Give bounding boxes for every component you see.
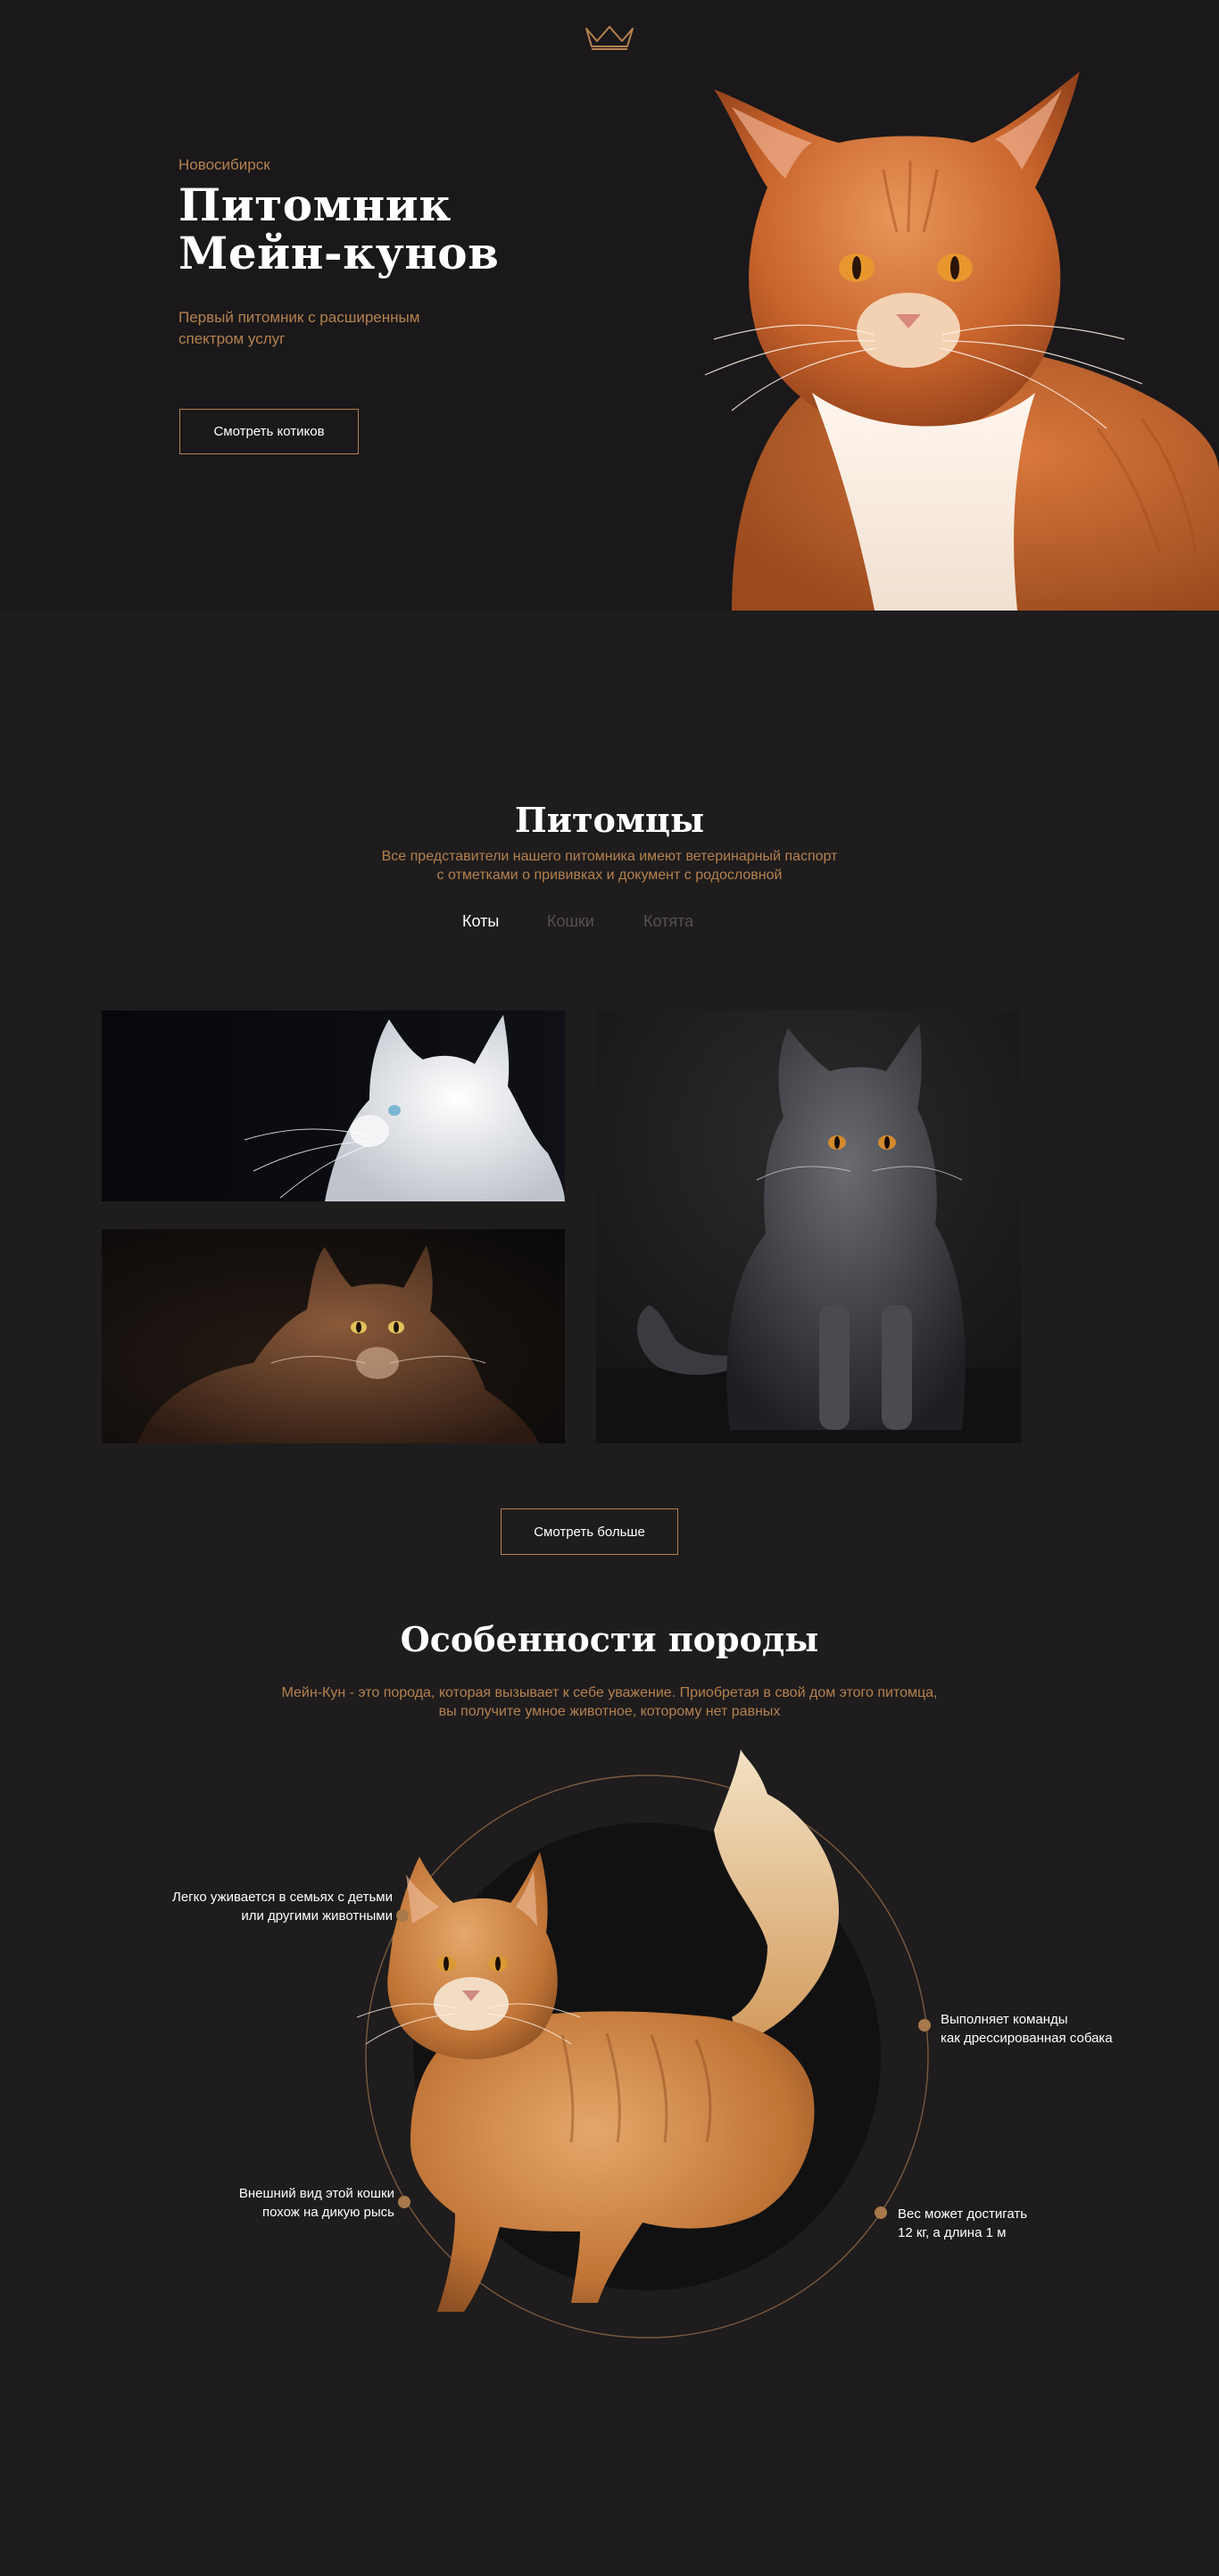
features-subtitle-line1: Мейн-Кун - это порода, которая вызывает … <box>281 1685 938 1700</box>
feature-lynx-line2: похож на дикую рысь <box>261 2205 394 2220</box>
feature-dot-1 <box>396 1909 409 1922</box>
hero-title: Питомник Мейн-кунов <box>178 181 499 278</box>
pets-subtitle: Все представители нашего питомника имеют… <box>0 847 1219 885</box>
feature-families: Легко уживается в семьях с детьми или др… <box>125 1888 393 1925</box>
pets-subtitle-line1: Все представители нашего питомника имеют… <box>381 849 838 864</box>
hero-city: Новосибирск <box>178 156 270 173</box>
hero-cat-image <box>704 71 1219 611</box>
tab-female-cats[interactable]: Кошки <box>547 912 594 931</box>
hero-title-line2: Мейн-кунов <box>178 227 500 279</box>
feature-weight-line1: Вес может достигать <box>898 2206 1028 2222</box>
pet-photo-black-cat[interactable] <box>596 1010 1021 1443</box>
view-more-button[interactable]: Смотреть больше <box>501 1508 678 1555</box>
pets-subtitle-line2: с отметками о прививках и документ с род… <box>436 868 783 883</box>
feature-dot-3 <box>398 2196 410 2208</box>
pets-title: Питомцы <box>514 800 705 840</box>
feature-commands-line2: как дрессированная собака <box>941 2031 1113 2046</box>
feature-commands: Выполняет команды как дрессированная соб… <box>941 2010 1208 2048</box>
pet-photo-white-cat[interactable] <box>102 1010 565 1201</box>
feature-weight-line2: 12 кг, а длина 1 м <box>898 2225 1007 2240</box>
feature-lynx-line1: Внешний вид этой кошки <box>238 2186 394 2201</box>
pet-photo-tabby-cat[interactable] <box>102 1229 565 1443</box>
feature-weight: Вес может достигать 12 кг, а длина 1 м <box>898 2205 1165 2242</box>
crown-icon[interactable] <box>583 23 636 52</box>
view-cats-button[interactable]: Смотреть котиков <box>179 409 359 454</box>
feature-families-line2: или другими животными <box>241 1908 393 1924</box>
feature-commands-line1: Выполняет команды <box>941 2012 1068 2027</box>
features-subtitle: Мейн-Кун - это порода, которая вызывает … <box>0 1683 1219 1721</box>
features-cat-illustration <box>356 1749 929 2339</box>
features-subtitle-line2: вы получите умное животное, которому нет… <box>438 1704 781 1719</box>
feature-lynx: Внешний вид этой кошки похож на дикую ры… <box>125 2184 394 2222</box>
features-title: Особенности породы <box>400 1619 819 1659</box>
tab-cats[interactable]: Коты <box>462 912 499 931</box>
tab-kittens[interactable]: Котята <box>643 912 693 931</box>
feature-families-line1: Легко уживается в семьях с детьми <box>172 1890 393 1905</box>
feature-dot-2 <box>918 2019 931 2032</box>
hero-subtitle: Первый питомник с расширенным спектром у… <box>178 309 420 347</box>
feature-dot-4 <box>875 2206 887 2219</box>
hero-section: Новосибирск Питомник Мейн-кунов Первый п… <box>0 0 1219 611</box>
hero-title-line1: Питомник <box>178 179 452 231</box>
